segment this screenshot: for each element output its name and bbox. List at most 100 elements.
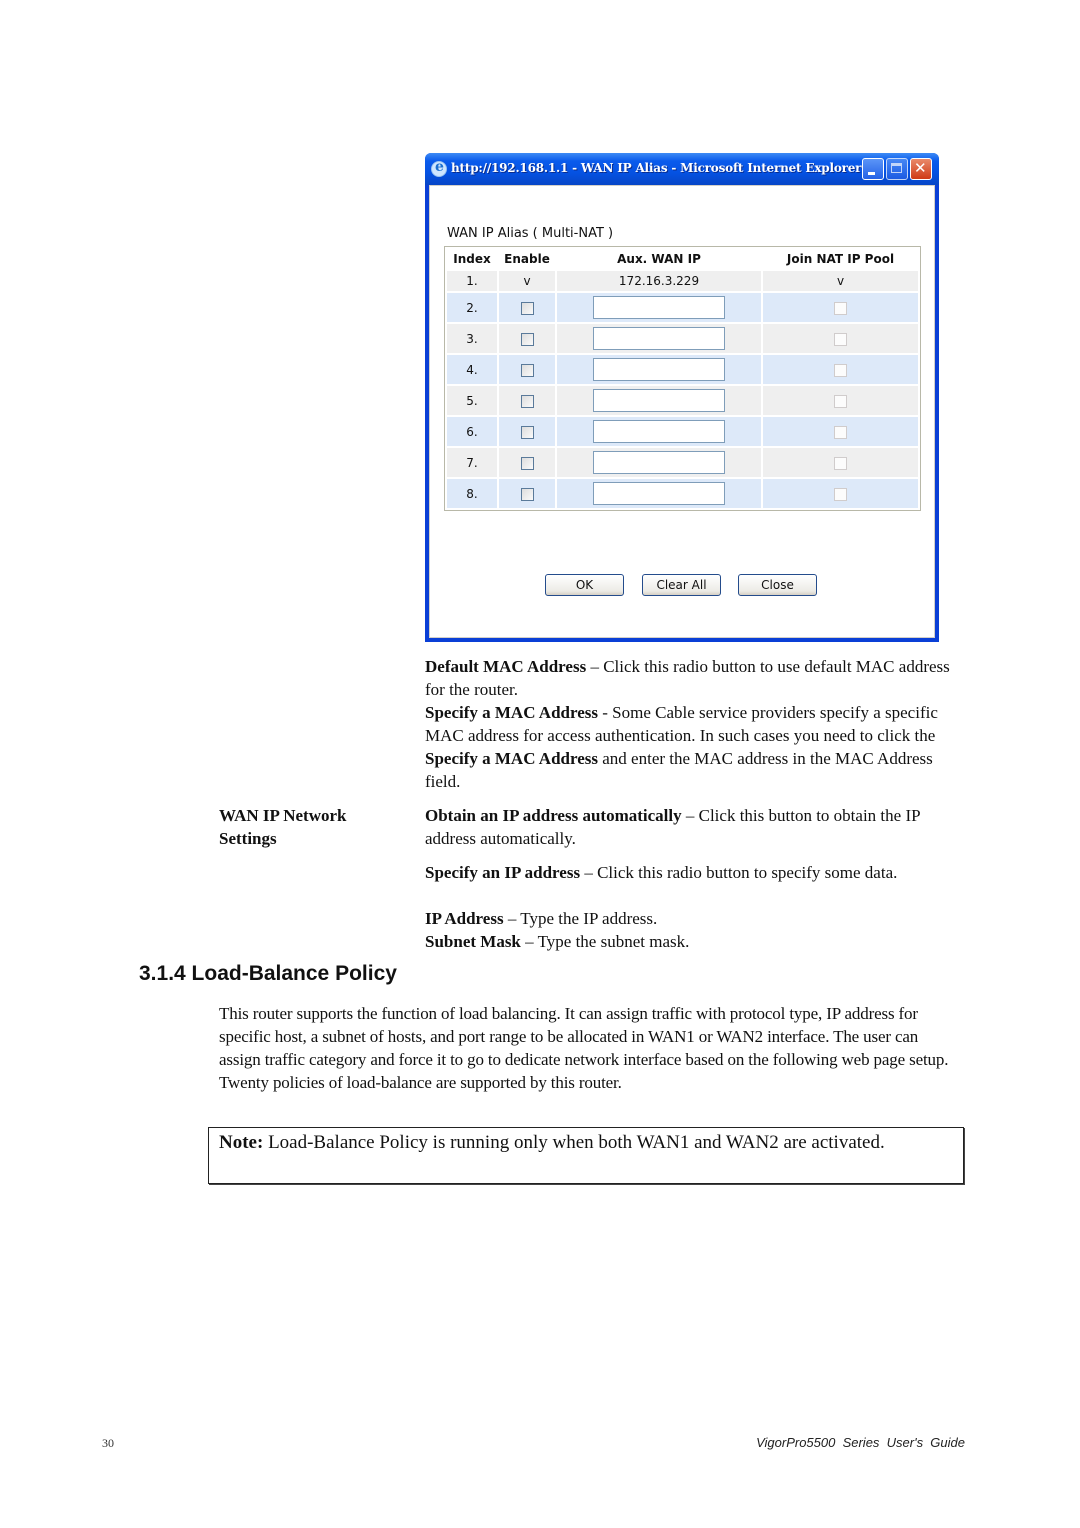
aux-wan-ip-cell: [557, 355, 761, 384]
join-nat-cell: [763, 293, 918, 322]
obtain-ip-term: Obtain an IP address automatically: [425, 806, 682, 825]
enable-checkbox[interactable]: [520, 363, 534, 377]
window-content: WAN IP Alias ( Multi-NAT ) Index Enable …: [429, 185, 935, 638]
table-row: 5.: [447, 386, 918, 415]
default-mac-term: Default MAC Address: [425, 657, 587, 676]
minimize-icon[interactable]: [862, 158, 884, 180]
table-row: 8.: [447, 479, 918, 508]
row-index: 8.: [447, 479, 497, 508]
close-button[interactable]: Close: [738, 574, 817, 596]
join-nat-value: v: [763, 271, 918, 291]
join-nat-cell: [763, 324, 918, 353]
specify-ip-term: Specify an IP address: [425, 863, 581, 882]
guide-title: VigorPro5500 Series User's Guide: [756, 1435, 965, 1450]
join-nat-checkbox[interactable]: [834, 363, 847, 377]
enable-checkbox[interactable]: [520, 301, 534, 315]
table-row: 3.: [447, 324, 918, 353]
enable-checkbox[interactable]: [520, 425, 534, 439]
enable-cell: [499, 386, 555, 415]
aux-wan-ip-value: 172.16.3.229: [557, 271, 761, 291]
wan-ip-network-label: WAN IP Network Settings: [219, 806, 347, 848]
enable-checkbox[interactable]: [520, 487, 534, 501]
join-nat-checkbox[interactable]: [834, 487, 847, 501]
column-header-enable: Enable: [504, 252, 550, 266]
row-index: 5.: [447, 386, 497, 415]
enable-cell: [499, 448, 555, 477]
subnet-mask-text: – Type the subnet mask.: [520, 932, 690, 951]
enable-cell: [499, 479, 555, 508]
subnet-mask-description: Subnet Mask – Type the subnet mask.: [425, 930, 970, 953]
note-label: Note:: [219, 1132, 264, 1153]
window-titlebar[interactable]: http://192.168.1.1 - WAN IP Alias - Micr…: [425, 153, 939, 185]
row-index: 6.: [447, 417, 497, 446]
specify-mac-term: Specify a MAC Address: [425, 703, 598, 722]
enable-cell: [499, 293, 555, 322]
specify-ip-description: Specify an IP address – Click this radio…: [425, 861, 965, 884]
section-heading: 3.1.4 Load-Balance Policy: [139, 962, 397, 985]
ip-address-description: IP Address – Type the IP address.: [425, 907, 970, 930]
enable-cell: [499, 355, 555, 384]
ie-window: http://192.168.1.1 - WAN IP Alias - Micr…: [425, 153, 939, 642]
aux-wan-ip-cell: [557, 293, 761, 322]
join-nat-checkbox[interactable]: [834, 332, 847, 346]
default-mac-description: Default MAC Address – Click this radio b…: [425, 655, 970, 701]
specify-ip-text: – Click this radio button to specify som…: [580, 863, 898, 882]
join-nat-cell: [763, 448, 918, 477]
window-title: http://192.168.1.1 - WAN IP Alias - Micr…: [451, 161, 862, 175]
join-nat-cell: [763, 417, 918, 446]
enable-cell: [499, 417, 555, 446]
aux-wan-ip-input[interactable]: [593, 482, 725, 505]
obtain-ip-description: Obtain an IP address automatically – Cli…: [425, 804, 970, 850]
row-index: 3.: [447, 324, 497, 353]
aux-wan-ip-cell: [557, 386, 761, 415]
aux-wan-ip-cell: [557, 448, 761, 477]
aux-wan-ip-input[interactable]: [593, 420, 725, 443]
ip-address-term: IP Address: [425, 909, 504, 928]
row-index: 2.: [447, 293, 497, 322]
row-index: 4.: [447, 355, 497, 384]
aux-wan-ip-cell: [557, 479, 761, 508]
enable-value: v: [499, 271, 555, 291]
row-index: 1.: [447, 271, 497, 291]
join-nat-cell: [763, 479, 918, 508]
column-header-join-nat: Join NAT IP Pool: [786, 252, 895, 266]
ok-button[interactable]: OK: [545, 574, 624, 596]
enable-cell: [499, 324, 555, 353]
specify-mac-description: Specify a MAC Address - Some Cable servi…: [425, 701, 970, 793]
join-nat-checkbox[interactable]: [834, 425, 847, 439]
column-header-aux-wan-ip: Aux. WAN IP: [617, 252, 701, 266]
subnet-mask-term: Subnet Mask: [425, 932, 521, 951]
column-header-index: Index: [453, 252, 491, 266]
ip-address-text: – Type the IP address.: [503, 909, 658, 928]
alias-title: WAN IP Alias ( Multi-NAT ): [447, 226, 614, 241]
join-nat-cell: [763, 386, 918, 415]
maximize-icon[interactable]: [886, 158, 908, 180]
specify-mac-term-inline: Specify a MAC Address: [425, 749, 598, 768]
table-row: 7.: [447, 448, 918, 477]
section-body: This router supports the function of loa…: [219, 1004, 949, 1092]
enable-checkbox[interactable]: [520, 332, 534, 346]
alias-table: Index Enable Aux. WAN IP Join NAT IP Poo…: [444, 246, 921, 511]
aux-wan-ip-cell: [557, 324, 761, 353]
close-icon[interactable]: [910, 158, 932, 180]
note-text: Load-Balance Policy is running only when…: [263, 1132, 885, 1153]
aux-wan-ip-input[interactable]: [593, 389, 725, 412]
table-row: 2.: [447, 293, 918, 322]
aux-wan-ip-input[interactable]: [593, 358, 725, 381]
clear-all-button[interactable]: Clear All: [642, 574, 721, 596]
ie-icon: [431, 159, 447, 177]
join-nat-checkbox[interactable]: [834, 456, 847, 470]
enable-checkbox[interactable]: [520, 456, 534, 470]
enable-checkbox[interactable]: [520, 394, 534, 408]
aux-wan-ip-input[interactable]: [593, 327, 725, 350]
table-row: 6.: [447, 417, 918, 446]
join-nat-checkbox[interactable]: [834, 394, 847, 408]
aux-wan-ip-input[interactable]: [593, 296, 725, 319]
aux-wan-ip-input[interactable]: [593, 451, 725, 474]
join-nat-cell: [763, 355, 918, 384]
note-box: Note: Load-Balance Policy is running onl…: [208, 1127, 964, 1184]
row-index: 7.: [447, 448, 497, 477]
table-row: 4.: [447, 355, 918, 384]
aux-wan-ip-cell: [557, 417, 761, 446]
join-nat-checkbox[interactable]: [834, 301, 847, 315]
